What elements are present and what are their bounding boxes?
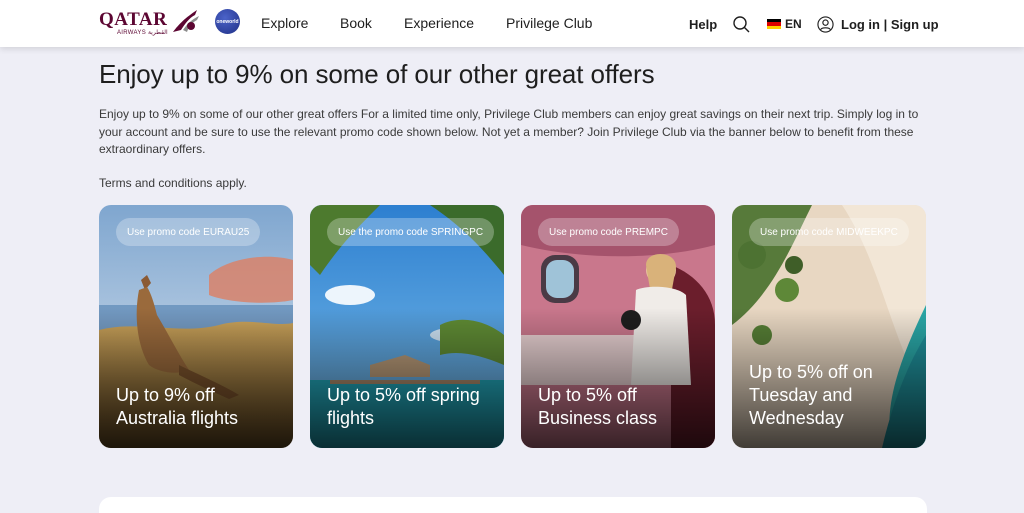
offer-card-midweek[interactable]: Use promo code MIDWEEKPC Up to 5% off on… bbox=[732, 205, 926, 448]
intro-paragraph: Enjoy up to 9% on some of our other grea… bbox=[99, 107, 919, 156]
nav-experience[interactable]: Experience bbox=[404, 15, 474, 31]
user-icon[interactable] bbox=[817, 16, 834, 33]
offer-title: Up to 9% off Australia flights bbox=[116, 385, 239, 428]
offer-title: Up to 5% off on Tuesday and Wednesday bbox=[749, 362, 873, 428]
offer-card-spring[interactable]: Use the promo code SPRINGPC Up to 5% off… bbox=[310, 205, 504, 448]
logo-wordmark: QATAR bbox=[99, 9, 168, 30]
qatar-airways-logo[interactable]: QATAR AIRWAYS القطرية bbox=[99, 6, 201, 38]
site-header: QATAR AIRWAYS القطرية oneworld Explore B… bbox=[0, 0, 1024, 47]
nav-explore[interactable]: Explore bbox=[261, 15, 308, 31]
nav-privilege-club[interactable]: Privilege Club bbox=[506, 15, 592, 31]
search-icon[interactable] bbox=[732, 15, 750, 33]
promo-code-badge: Use promo code MIDWEEKPC bbox=[749, 218, 909, 246]
germany-flag-icon bbox=[767, 19, 781, 29]
nav-book[interactable]: Book bbox=[340, 15, 372, 31]
oneworld-badge[interactable]: oneworld bbox=[215, 9, 240, 34]
oryx-icon bbox=[173, 10, 199, 32]
offer-title: Up to 5% off spring flights bbox=[327, 385, 480, 428]
help-link[interactable]: Help bbox=[689, 17, 717, 32]
privilege-club-banner bbox=[99, 497, 927, 513]
offer-card-business[interactable]: Use promo code PREMPC Up to 5% off Busin… bbox=[521, 205, 715, 448]
offer-card-australia[interactable]: Use promo code EURAU25 Up to 9% off Aust… bbox=[99, 205, 293, 448]
language-selector[interactable]: EN bbox=[767, 17, 802, 31]
page-title: Enjoy up to 9% on some of our other grea… bbox=[99, 59, 655, 89]
promo-code-badge: Use promo code EURAU25 bbox=[116, 218, 261, 246]
promo-code-badge: Use the promo code SPRINGPC bbox=[327, 218, 495, 246]
offer-title: Up to 5% off Business class bbox=[538, 385, 658, 428]
promo-code-badge: Use promo code PREMPC bbox=[538, 218, 679, 246]
logo-subtitle: AIRWAYS القطرية bbox=[117, 30, 168, 36]
language-code: EN bbox=[785, 17, 802, 31]
terms-note: Terms and conditions apply. bbox=[99, 176, 247, 190]
login-signup-link[interactable]: Log in | Sign up bbox=[841, 17, 939, 32]
